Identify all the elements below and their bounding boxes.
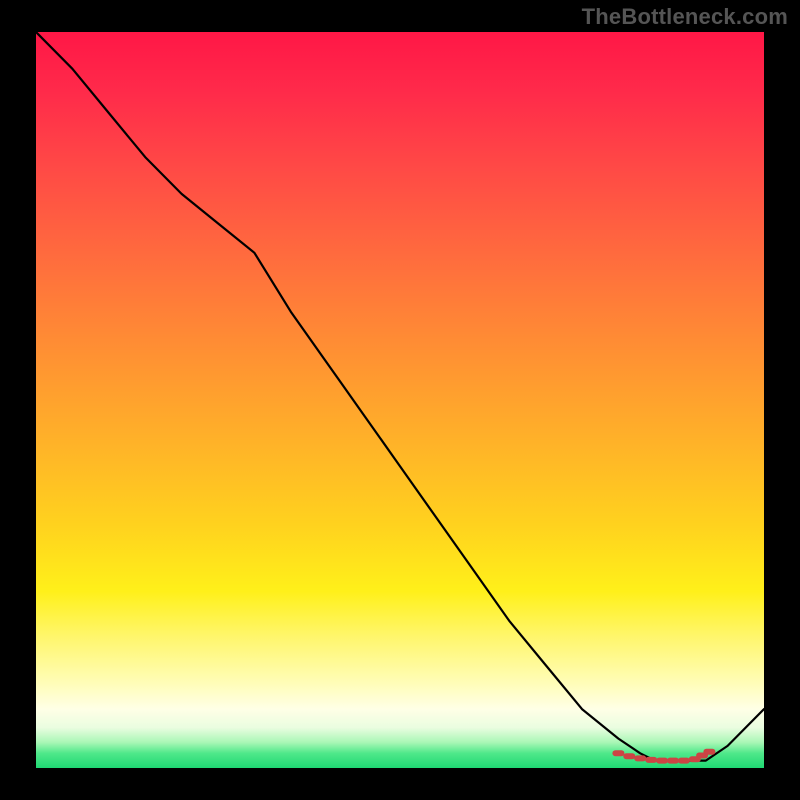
marker-dot — [678, 758, 690, 764]
marker-dot — [623, 753, 635, 759]
marker-dot — [667, 758, 679, 764]
marker-dot — [645, 757, 657, 763]
marker-dot — [634, 755, 646, 761]
chart-frame: TheBottleneck.com — [0, 0, 800, 800]
marker-dot — [656, 758, 668, 764]
marker-dot — [612, 750, 624, 756]
chart-svg — [36, 32, 764, 768]
bottleneck-curve — [36, 32, 764, 761]
watermark-text: TheBottleneck.com — [582, 4, 788, 30]
marker-dot — [703, 749, 715, 755]
